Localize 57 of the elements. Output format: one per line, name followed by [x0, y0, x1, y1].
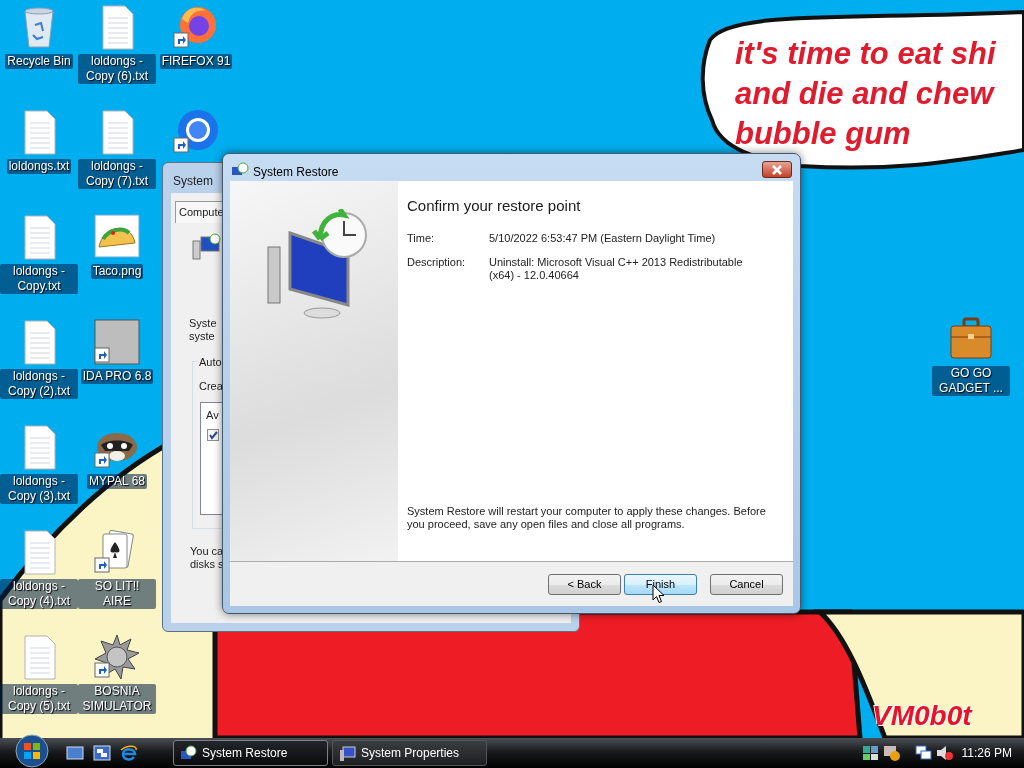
taco-icon[interactable] [93, 213, 141, 261]
speech-bubble-text: bubble gum [735, 115, 912, 153]
desktop-icon-label[interactable]: FIREFOX 91 [159, 54, 233, 69]
start-button[interactable] [12, 734, 52, 768]
window-switch-icon[interactable] [93, 744, 111, 762]
speech-bubble-text: it's time to eat shi [735, 35, 996, 73]
desktop-icon[interactable] [66, 744, 84, 762]
computer-icon [339, 745, 356, 761]
window-title: System [173, 173, 213, 190]
restore-icon [180, 745, 197, 761]
clock[interactable]: 11:26 PM [961, 744, 1012, 762]
close-icon [771, 164, 783, 175]
close-button[interactable] [762, 161, 792, 178]
window-title: System Restore [253, 164, 339, 181]
desktop-icon-label[interactable]: BOSNIA SIMULATOR [78, 684, 156, 714]
desktop-icon-label[interactable]: Taco.png [90, 264, 144, 279]
desktop-icon-label[interactable]: loldongs - Copy (2).txt [0, 369, 78, 399]
cancel-button[interactable]: Cancel [710, 573, 783, 595]
desktop-icon-label[interactable]: GO GO GADGET ... [932, 366, 1010, 396]
desktop-icon-label[interactable]: SO LIT!! AIRE [78, 579, 156, 609]
computer-icon [191, 233, 221, 263]
description-text: You ca [190, 544, 224, 559]
finish-button[interactable]: Finish [624, 573, 697, 595]
browser-globe-icon[interactable] [172, 108, 220, 156]
taskbar-button[interactable]: System Restore [173, 740, 328, 766]
desktop-icon-label[interactable]: loldongs - Copy (7).txt [78, 159, 156, 189]
desktop-icon-label[interactable]: Recycle Bin [5, 54, 73, 69]
field-value: Uninstall: Microsoft Visual C++ 2013 Redistributable (x64) - 12.0.40664 [489, 255, 744, 282]
column-header: Av [206, 408, 219, 423]
desktop-icon-label[interactable]: loldongs - Copy.txt [0, 264, 78, 294]
group-text: Crea [199, 379, 223, 394]
desktop-icon-label[interactable]: loldongs - Copy (5).txt [0, 684, 78, 714]
desktop-icon-label[interactable]: MYPAL 68 [87, 474, 147, 489]
taskbar-button[interactable]: System Properties [332, 740, 487, 766]
desktop-icon-label[interactable]: loldongs.txt [6, 159, 72, 174]
description-text: syste [189, 329, 215, 344]
checkbox[interactable] [207, 429, 219, 441]
speaker-muted-icon[interactable] [935, 744, 954, 762]
speech-bubble-text: and die and chew [735, 75, 996, 113]
task-label: System Properties [361, 745, 460, 762]
page-heading: Confirm your restore point [407, 196, 582, 216]
field-label: Description: [407, 255, 467, 270]
task-label: System Restore [202, 745, 288, 762]
desktop-icon-label[interactable]: IDA PRO 6.8 [80, 369, 154, 384]
restore-icon [231, 162, 249, 178]
network-icon[interactable] [914, 744, 933, 762]
notice-text: System Restore will restart your computer to apply these changes. Before you proceed, save any open files and close all programs. [407, 505, 767, 531]
field-value: 5/10/2022 6:53:47 PM (Eastern Daylight Time) [489, 231, 716, 245]
photo-placeholder[interactable] [93, 318, 141, 366]
description-text: Syste [189, 316, 217, 331]
desktop-icon-label[interactable]: loldongs - Copy (6).txt [78, 54, 156, 84]
network-grid-icon[interactable] [861, 744, 880, 762]
back-button[interactable]: < Back [548, 573, 621, 595]
desktop-icon-label[interactable]: loldongs - Copy (3).txt [0, 474, 78, 504]
field-label: Time: [407, 231, 436, 245]
browser-e-icon[interactable] [120, 744, 138, 762]
desktop-icon-label[interactable]: loldongs - Copy (4).txt [0, 579, 78, 609]
